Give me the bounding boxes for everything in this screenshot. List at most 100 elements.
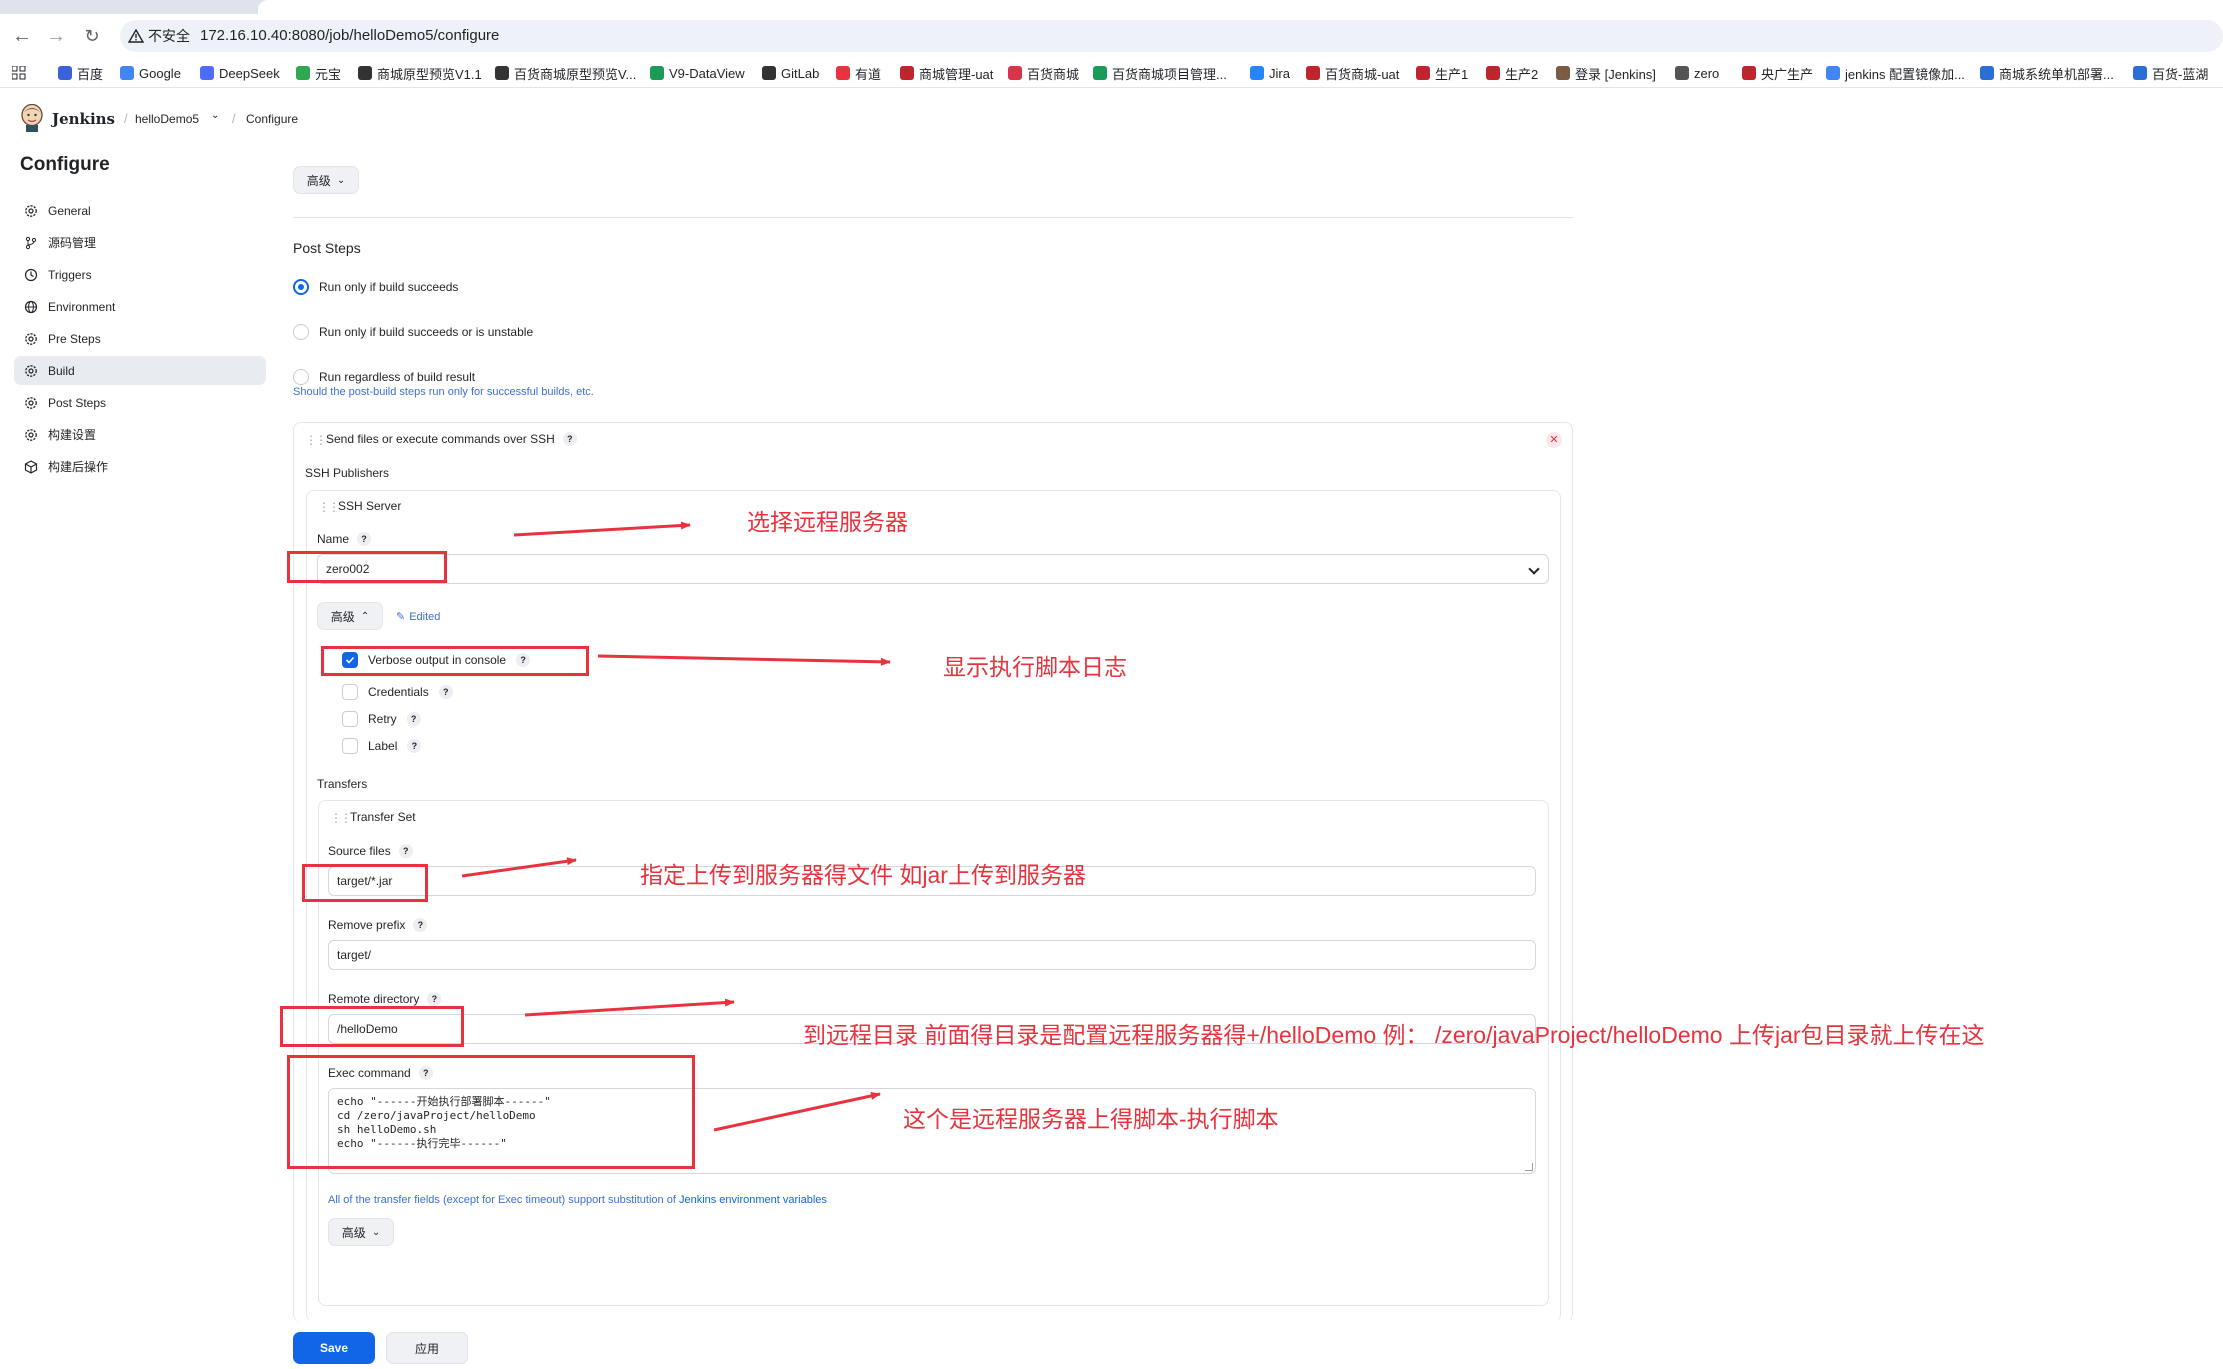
remove-prefix-input[interactable]: target/ xyxy=(328,940,1536,970)
bookmark-item[interactable]: 生产1 xyxy=(1416,64,1468,82)
drag-handle-icon[interactable]: ⋮⋮ xyxy=(330,811,352,825)
transfer-info-text: All of the transfer fields (except for E… xyxy=(328,1194,679,1206)
radio-build-succeeds[interactable]: Run only if build succeeds xyxy=(293,279,458,295)
sidebar-item[interactable]: Post Steps xyxy=(14,388,266,417)
bookmark-item[interactable]: 百货商城原型预览V... xyxy=(495,64,636,82)
remove-prefix-value: target/ xyxy=(337,948,372,962)
bookmark-label: 百货商城原型预览V... xyxy=(514,66,637,82)
bookmark-label: DeepSeek xyxy=(219,65,280,81)
bookmark-item[interactable]: jenkins 配置镜像加... xyxy=(1826,64,1965,82)
sidebar-item-label: 构建后操作 xyxy=(48,460,109,474)
help-icon[interactable]: ? xyxy=(427,992,442,1006)
help-icon[interactable]: ? xyxy=(357,532,372,546)
checkbox[interactable] xyxy=(342,684,358,700)
forward-icon[interactable]: → xyxy=(44,24,68,48)
bookmark-item[interactable]: 生产2 xyxy=(1486,64,1538,82)
help-icon[interactable]: ? xyxy=(413,918,428,932)
help-icon[interactable]: ? xyxy=(398,844,413,858)
close-icon[interactable]: ✕ xyxy=(1546,432,1562,448)
reload-icon[interactable]: ↻ xyxy=(80,24,104,48)
apply-button[interactable]: 应用 xyxy=(386,1332,468,1364)
radio-label: Run only if build succeeds or is unstabl… xyxy=(319,325,534,339)
bookmark-item[interactable]: DeepSeek xyxy=(200,64,280,82)
breadcrumb-configure[interactable]: Configure xyxy=(246,112,298,126)
ssh-server-select[interactable]: zero002 xyxy=(317,554,1549,584)
bookmark-label: 有道 xyxy=(855,66,882,82)
bookmark-favicon-icon xyxy=(1486,66,1500,80)
radio-regardless[interactable]: Run regardless of build result xyxy=(293,369,475,385)
jenkins-logo-icon[interactable] xyxy=(20,103,44,132)
bookmark-item[interactable]: 百货商城项目管理... xyxy=(1093,64,1227,82)
checkbox-retry[interactable]: Retry ? xyxy=(342,711,421,727)
bookmark-favicon-icon xyxy=(1556,66,1570,80)
help-icon[interactable]: ? xyxy=(562,432,577,446)
help-icon[interactable]: ? xyxy=(438,685,453,699)
transfers-label: Transfers xyxy=(317,777,368,791)
drag-handle-icon[interactable]: ⋮⋮ xyxy=(305,433,327,447)
bookmark-item[interactable]: V9-DataView xyxy=(650,64,745,82)
bookmark-item[interactable]: Google xyxy=(120,64,181,82)
bookmark-item[interactable]: Jira xyxy=(1250,64,1290,82)
checkbox[interactable] xyxy=(342,711,358,727)
resize-handle[interactable] xyxy=(1525,1163,1533,1171)
apps-grid-icon[interactable] xyxy=(12,64,26,82)
radio-button[interactable] xyxy=(293,369,309,385)
transfer-info: All of the transfer fields (except for E… xyxy=(328,1194,827,1206)
sidebar-item[interactable]: Build xyxy=(14,356,266,385)
bookmark-item[interactable]: 登录 [Jenkins] xyxy=(1556,64,1656,82)
env-variables-link[interactable]: Jenkins environment variables xyxy=(679,1194,827,1206)
drag-handle-icon[interactable]: ⋮⋮ xyxy=(318,500,340,514)
radio-succeeds-or-unstable[interactable]: Run only if build succeeds or is unstabl… xyxy=(293,324,533,340)
sidebar-item-label: Post Steps xyxy=(48,395,107,410)
advanced-button[interactable]: 高级 ⌄ xyxy=(293,166,359,194)
chevron-down-icon: ⌄ xyxy=(371,1226,381,1238)
bookmark-item[interactable]: 商城系统单机部署... xyxy=(1980,64,2114,82)
sidebar-item[interactable]: 构建后操作 xyxy=(14,452,266,481)
bookmark-favicon-icon xyxy=(1675,66,1689,80)
bookmark-favicon-icon xyxy=(120,66,134,80)
checkbox-label-option[interactable]: Label ? xyxy=(342,738,422,754)
transfer-advanced-button[interactable]: 高级 ⌄ xyxy=(328,1218,394,1246)
name-label-text: Name xyxy=(317,532,350,546)
highlight-exec-command xyxy=(287,1055,695,1169)
help-icon[interactable]: ? xyxy=(406,712,421,726)
security-indicator[interactable]: 不安全 xyxy=(128,26,190,46)
bookmark-item[interactable]: 商城管理-uat xyxy=(900,64,993,82)
bookmark-item[interactable]: 商城原型预览V1.1 xyxy=(358,64,482,82)
breadcrumb-separator: / xyxy=(124,111,128,126)
bookmark-item[interactable]: 央广生产 xyxy=(1742,64,1813,82)
checkbox-credentials[interactable]: Credentials ? xyxy=(342,684,453,700)
bookmark-item[interactable]: 百货商城 xyxy=(1008,64,1079,82)
sidebar-item[interactable]: General xyxy=(14,196,266,225)
save-button[interactable]: Save xyxy=(293,1332,375,1364)
browser-tab-strip xyxy=(0,0,2223,14)
sidebar-item[interactable]: Triggers xyxy=(14,260,266,289)
sidebar-item[interactable]: 源码管理 xyxy=(14,228,266,257)
bookmark-item[interactable]: zero xyxy=(1675,64,1719,82)
sidebar-item[interactable]: Environment xyxy=(14,292,266,321)
bookmark-item[interactable]: 百货-蓝湖 xyxy=(2133,64,2208,82)
jenkins-brand[interactable]: Jenkins xyxy=(52,110,115,128)
checkbox[interactable] xyxy=(342,738,358,754)
remove-prefix-label-text: Remove prefix xyxy=(328,918,406,932)
edited-badge: ✎ Edited xyxy=(396,610,441,624)
help-icon[interactable]: ? xyxy=(407,739,422,753)
breadcrumb-job[interactable]: helloDemo5 xyxy=(135,112,199,126)
radio-button[interactable] xyxy=(293,279,309,295)
bookmark-item[interactable]: 百货商城-uat xyxy=(1306,64,1399,82)
bookmark-item[interactable]: 百度 xyxy=(58,64,103,82)
chevron-down-icon[interactable]: ⌄ xyxy=(211,110,219,121)
radio-button[interactable] xyxy=(293,324,309,340)
bookmark-item[interactable]: GitLab xyxy=(762,64,819,82)
url-text[interactable]: 172.16.10.40:8080/job/helloDemo5/configu… xyxy=(200,26,499,46)
edited-label: Edited xyxy=(409,610,441,623)
bookmark-favicon-icon xyxy=(1826,66,1840,80)
bookmark-item[interactable]: 元宝 xyxy=(296,64,341,82)
sidebar-item[interactable]: Pre Steps xyxy=(14,324,266,353)
bookmark-item[interactable]: 有道 xyxy=(836,64,881,82)
sidebar-item[interactable]: 构建设置 xyxy=(14,420,266,449)
ssh-publishers-label: SSH Publishers xyxy=(305,466,390,480)
back-icon[interactable]: ← xyxy=(10,24,34,48)
active-tab[interactable] xyxy=(258,0,2223,14)
server-advanced-button[interactable]: 高级 ⌃ xyxy=(317,602,383,630)
